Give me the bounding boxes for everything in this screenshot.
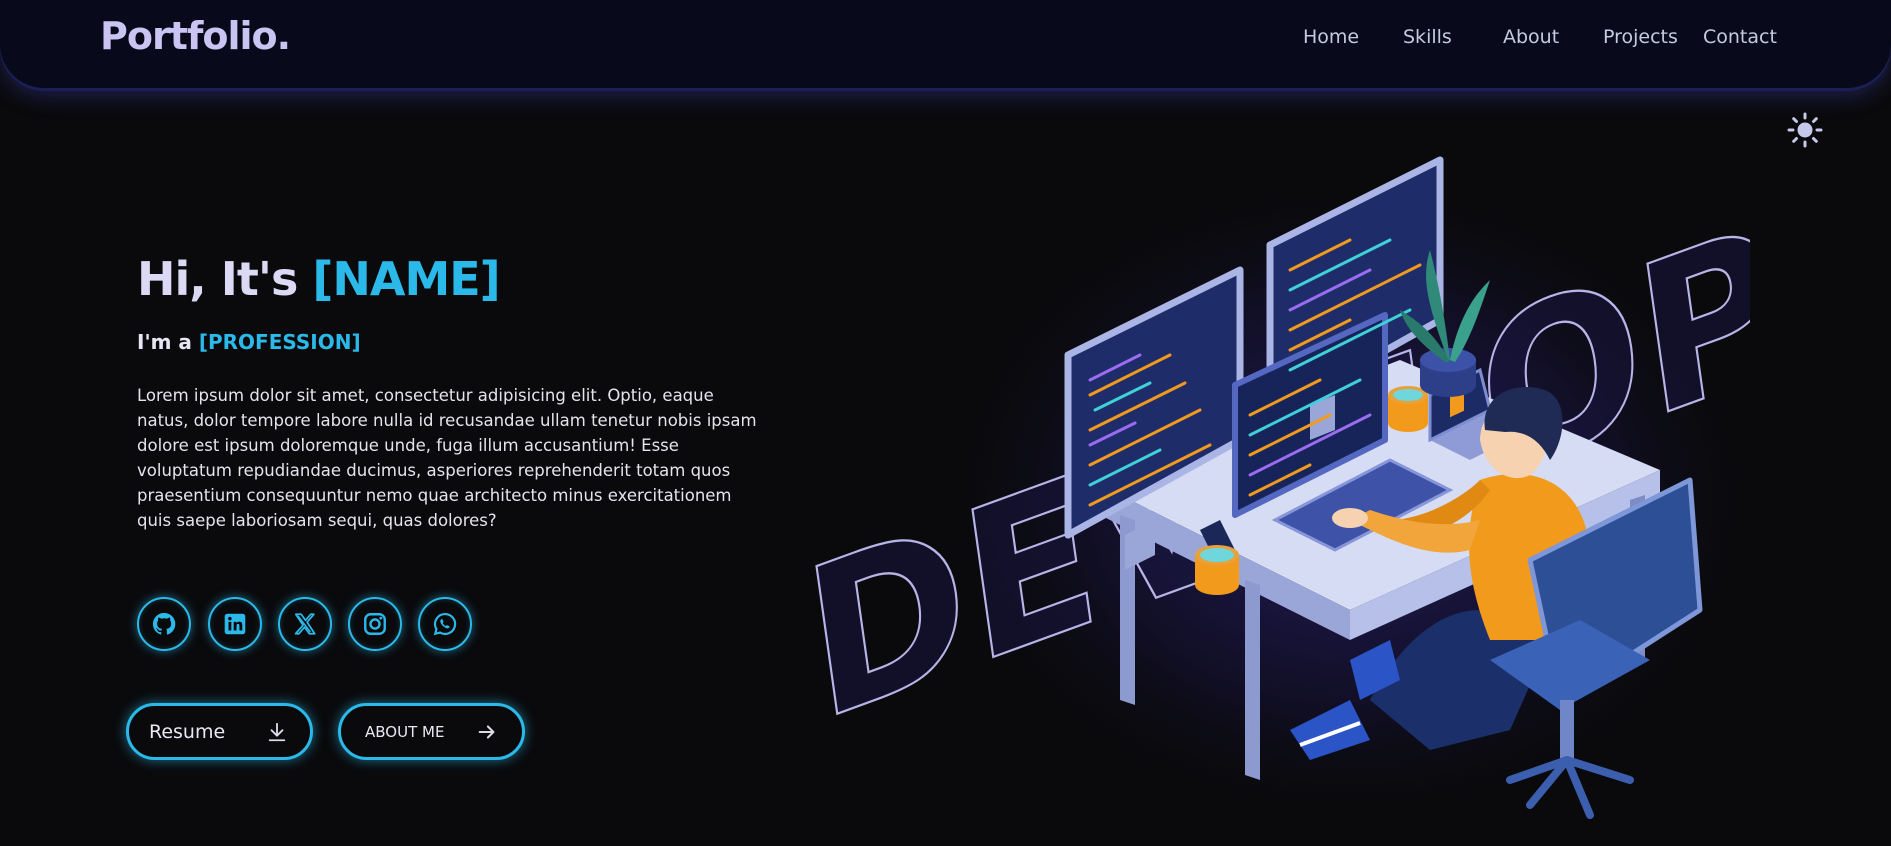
about-me-button[interactable]: ABOUT ME [338, 703, 525, 760]
nav-links: Home Skills About Projects Contact [0, 26, 1891, 56]
hero-illustration: DEVELOP [790, 140, 1797, 840]
hero-profession: [PROFESSION] [198, 330, 361, 354]
x-twitter-link[interactable] [278, 597, 332, 651]
arrow-right-icon [478, 724, 495, 739]
linkedin-link[interactable] [208, 597, 262, 651]
developer-illustration: DEVELOP [792, 156, 1797, 830]
hero-heading: Hi, It's [NAME] [137, 252, 501, 306]
profession-prefix: I'm a [137, 330, 199, 354]
social-links [137, 597, 477, 655]
hero-subheading: I'm a [PROFESSION] [137, 330, 361, 354]
nav-link-about[interactable]: About [1503, 26, 1559, 48]
resume-button[interactable]: Resume [126, 703, 313, 760]
linkedin-icon [224, 613, 246, 635]
resume-button-label: Resume [149, 720, 226, 743]
instagram-icon [364, 613, 386, 635]
whatsapp-icon [433, 612, 457, 636]
instagram-link[interactable] [348, 597, 402, 651]
whatsapp-link[interactable] [418, 597, 472, 651]
navbar: Portfolio. Home Skills About Projects Co… [0, 0, 1891, 88]
hero-bio: Lorem ipsum dolor sit amet, consectetur … [137, 386, 757, 530]
about-me-button-label: ABOUT ME [365, 722, 445, 741]
nav-link-skills[interactable]: Skills [1403, 26, 1452, 48]
hero-name: [NAME] [312, 252, 500, 306]
github-link[interactable] [137, 597, 191, 651]
download-icon [268, 722, 286, 741]
github-icon [152, 612, 176, 635]
theme-toggle-button[interactable] [1787, 112, 1823, 148]
nav-link-projects[interactable]: Projects [1603, 26, 1678, 48]
nav-link-home[interactable]: Home [1303, 26, 1359, 48]
sun-icon [1787, 112, 1823, 148]
x-icon [294, 613, 316, 635]
nav-link-contact[interactable]: Contact [1703, 26, 1777, 48]
greeting-text: Hi, It's [137, 252, 313, 306]
